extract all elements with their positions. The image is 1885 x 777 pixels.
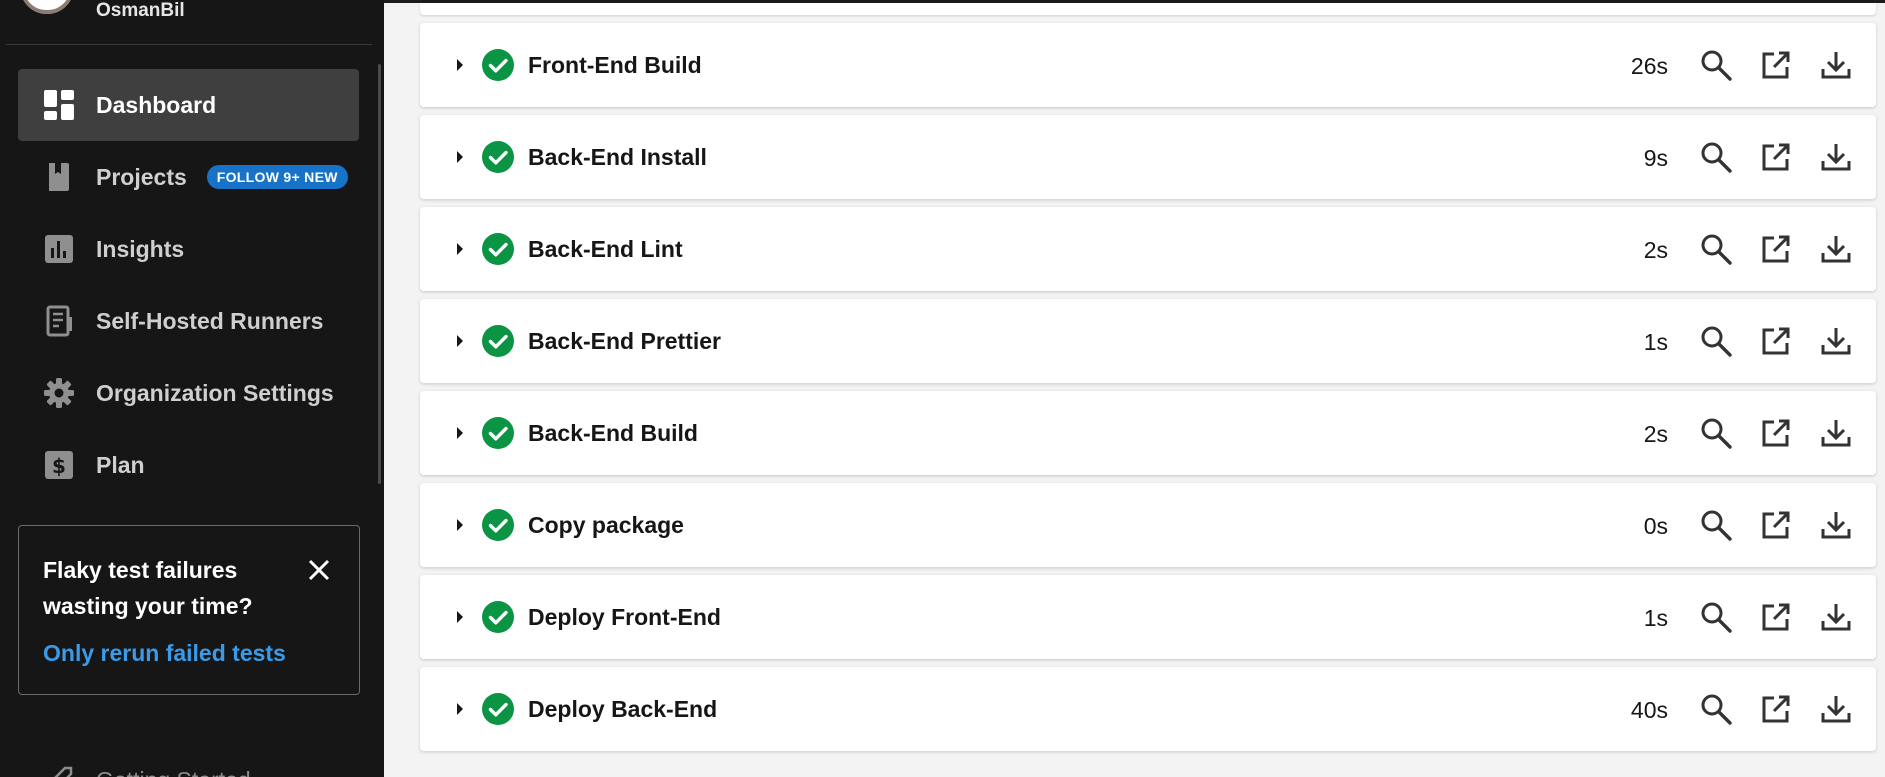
- job-row[interactable]: Back-End Install 9s: [420, 115, 1876, 199]
- close-icon[interactable]: [305, 556, 333, 584]
- expand-arrow-icon[interactable]: [448, 605, 472, 629]
- sidebar-item-getting-started[interactable]: Getting Started: [18, 750, 359, 777]
- search-icon[interactable]: [1698, 507, 1734, 543]
- sidebar-item-projects[interactable]: Projects FOLLOW 9+ NEW: [18, 141, 359, 213]
- job-row[interactable]: Back-End Lint 2s: [420, 207, 1876, 291]
- expand-arrow-icon[interactable]: [448, 53, 472, 77]
- username: OsmanBil: [96, 0, 185, 21]
- download-icon[interactable]: [1818, 415, 1854, 451]
- main-content: Front-End Build 26s Back-End Install 9s …: [384, 0, 1885, 777]
- success-check-icon: [482, 693, 514, 725]
- download-icon[interactable]: [1818, 507, 1854, 543]
- job-duration: 9s: [1643, 145, 1668, 171]
- job-duration: 1s: [1643, 605, 1668, 631]
- success-check-icon: [482, 325, 514, 357]
- expand-arrow-icon[interactable]: [448, 145, 472, 169]
- search-icon[interactable]: [1698, 231, 1734, 267]
- sidebar-item-dashboard[interactable]: Dashboard: [18, 69, 359, 141]
- sidebar-item-label: Plan: [96, 451, 145, 478]
- external-link-icon[interactable]: [1758, 415, 1794, 451]
- job-name: Back-End Lint: [528, 236, 683, 262]
- sidebar-divider: [6, 44, 372, 45]
- sidebar-item-label: Insights: [96, 235, 185, 262]
- job-duration: 2s: [1643, 421, 1668, 447]
- sidebar-item-plan[interactable]: $ Plan: [18, 429, 359, 501]
- download-icon[interactable]: [1818, 599, 1854, 635]
- job-row[interactable]: Deploy Back-End 40s: [420, 667, 1876, 751]
- search-icon[interactable]: [1698, 139, 1734, 175]
- search-icon[interactable]: [1698, 691, 1734, 727]
- job-duration: 26s: [1630, 53, 1668, 79]
- sidebar-scrollbar[interactable]: [378, 64, 381, 484]
- sidebar-item-label: Self-Hosted Runners: [96, 307, 324, 334]
- svg-text:$: $: [52, 454, 66, 478]
- job-name: Front-End Build: [528, 52, 702, 78]
- search-icon[interactable]: [1698, 599, 1734, 635]
- job-duration: 0s: [1643, 513, 1668, 539]
- sidebar-item-organization-settings[interactable]: Organization Settings: [18, 357, 359, 429]
- success-check-icon: [482, 417, 514, 449]
- external-link-icon[interactable]: [1758, 323, 1794, 359]
- dollar-icon: $: [42, 448, 76, 482]
- rocket-icon: [42, 763, 76, 777]
- job-duration: 40s: [1630, 697, 1668, 723]
- job-duration: 2s: [1643, 237, 1668, 263]
- job-row[interactable]: Copy package 0s: [420, 483, 1876, 567]
- download-icon[interactable]: [1818, 691, 1854, 727]
- download-icon[interactable]: [1818, 47, 1854, 83]
- flaky-tests-promo: Flaky test failures wasting your time? O…: [18, 525, 360, 695]
- expand-arrow-icon[interactable]: [448, 513, 472, 537]
- job-name: Back-End Build: [528, 420, 698, 446]
- expand-arrow-icon[interactable]: [448, 329, 472, 353]
- follow-badge[interactable]: FOLLOW 9+ NEW: [206, 165, 348, 189]
- promo-title: Flaky test failures wasting your time?: [43, 557, 253, 619]
- search-icon[interactable]: [1698, 323, 1734, 359]
- previous-job-row: [420, 3, 1876, 15]
- sidebar-item-insights[interactable]: Insights: [18, 213, 359, 285]
- job-row[interactable]: Deploy Front-End 1s: [420, 575, 1876, 659]
- expand-arrow-icon[interactable]: [448, 697, 472, 721]
- external-link-icon[interactable]: [1758, 47, 1794, 83]
- expand-arrow-icon[interactable]: [448, 421, 472, 445]
- external-link-icon[interactable]: [1758, 231, 1794, 267]
- gear-icon: [42, 376, 76, 410]
- success-check-icon: [482, 141, 514, 173]
- download-icon[interactable]: [1818, 323, 1854, 359]
- job-name: Back-End Install: [528, 144, 707, 170]
- book-icon: [42, 160, 76, 194]
- external-link-icon[interactable]: [1758, 139, 1794, 175]
- download-icon[interactable]: [1818, 231, 1854, 267]
- external-link-icon[interactable]: [1758, 507, 1794, 543]
- success-check-icon: [482, 49, 514, 81]
- search-icon[interactable]: [1698, 47, 1734, 83]
- bar-chart-icon: [42, 232, 76, 266]
- sidebar: OsmanBil Dashboard Projects FOLLOW 9+ NE…: [0, 0, 384, 777]
- sidebar-item-label: Projects: [96, 163, 187, 190]
- dashboard-icon: [42, 88, 76, 122]
- job-name: Deploy Back-End: [528, 696, 718, 722]
- external-link-icon[interactable]: [1758, 691, 1794, 727]
- sidebar-item-label: Organization Settings: [96, 379, 334, 406]
- job-row[interactable]: Back-End Build 2s: [420, 391, 1876, 475]
- job-row[interactable]: Back-End Prettier 1s: [420, 299, 1876, 383]
- avatar[interactable]: [20, 0, 74, 14]
- job-name: Copy package: [528, 512, 684, 538]
- search-icon[interactable]: [1698, 415, 1734, 451]
- job-name: Deploy Front-End: [528, 604, 721, 630]
- user-header[interactable]: OsmanBil: [0, 0, 384, 24]
- rerun-failed-tests-link[interactable]: Only rerun failed tests: [43, 640, 286, 667]
- sidebar-item-label: Dashboard: [96, 91, 217, 118]
- sidebar-item-label: Getting Started: [96, 767, 251, 777]
- download-icon[interactable]: [1818, 139, 1854, 175]
- external-link-icon[interactable]: [1758, 599, 1794, 635]
- success-check-icon: [482, 509, 514, 541]
- job-name: Back-End Prettier: [528, 328, 722, 354]
- job-row[interactable]: Front-End Build 26s: [420, 23, 1876, 107]
- success-check-icon: [482, 601, 514, 633]
- sidebar-item-self-hosted-runners[interactable]: Self-Hosted Runners: [18, 285, 359, 357]
- runner-icon: [42, 304, 76, 338]
- job-duration: 1s: [1643, 329, 1668, 355]
- success-check-icon: [482, 233, 514, 265]
- expand-arrow-icon[interactable]: [448, 237, 472, 261]
